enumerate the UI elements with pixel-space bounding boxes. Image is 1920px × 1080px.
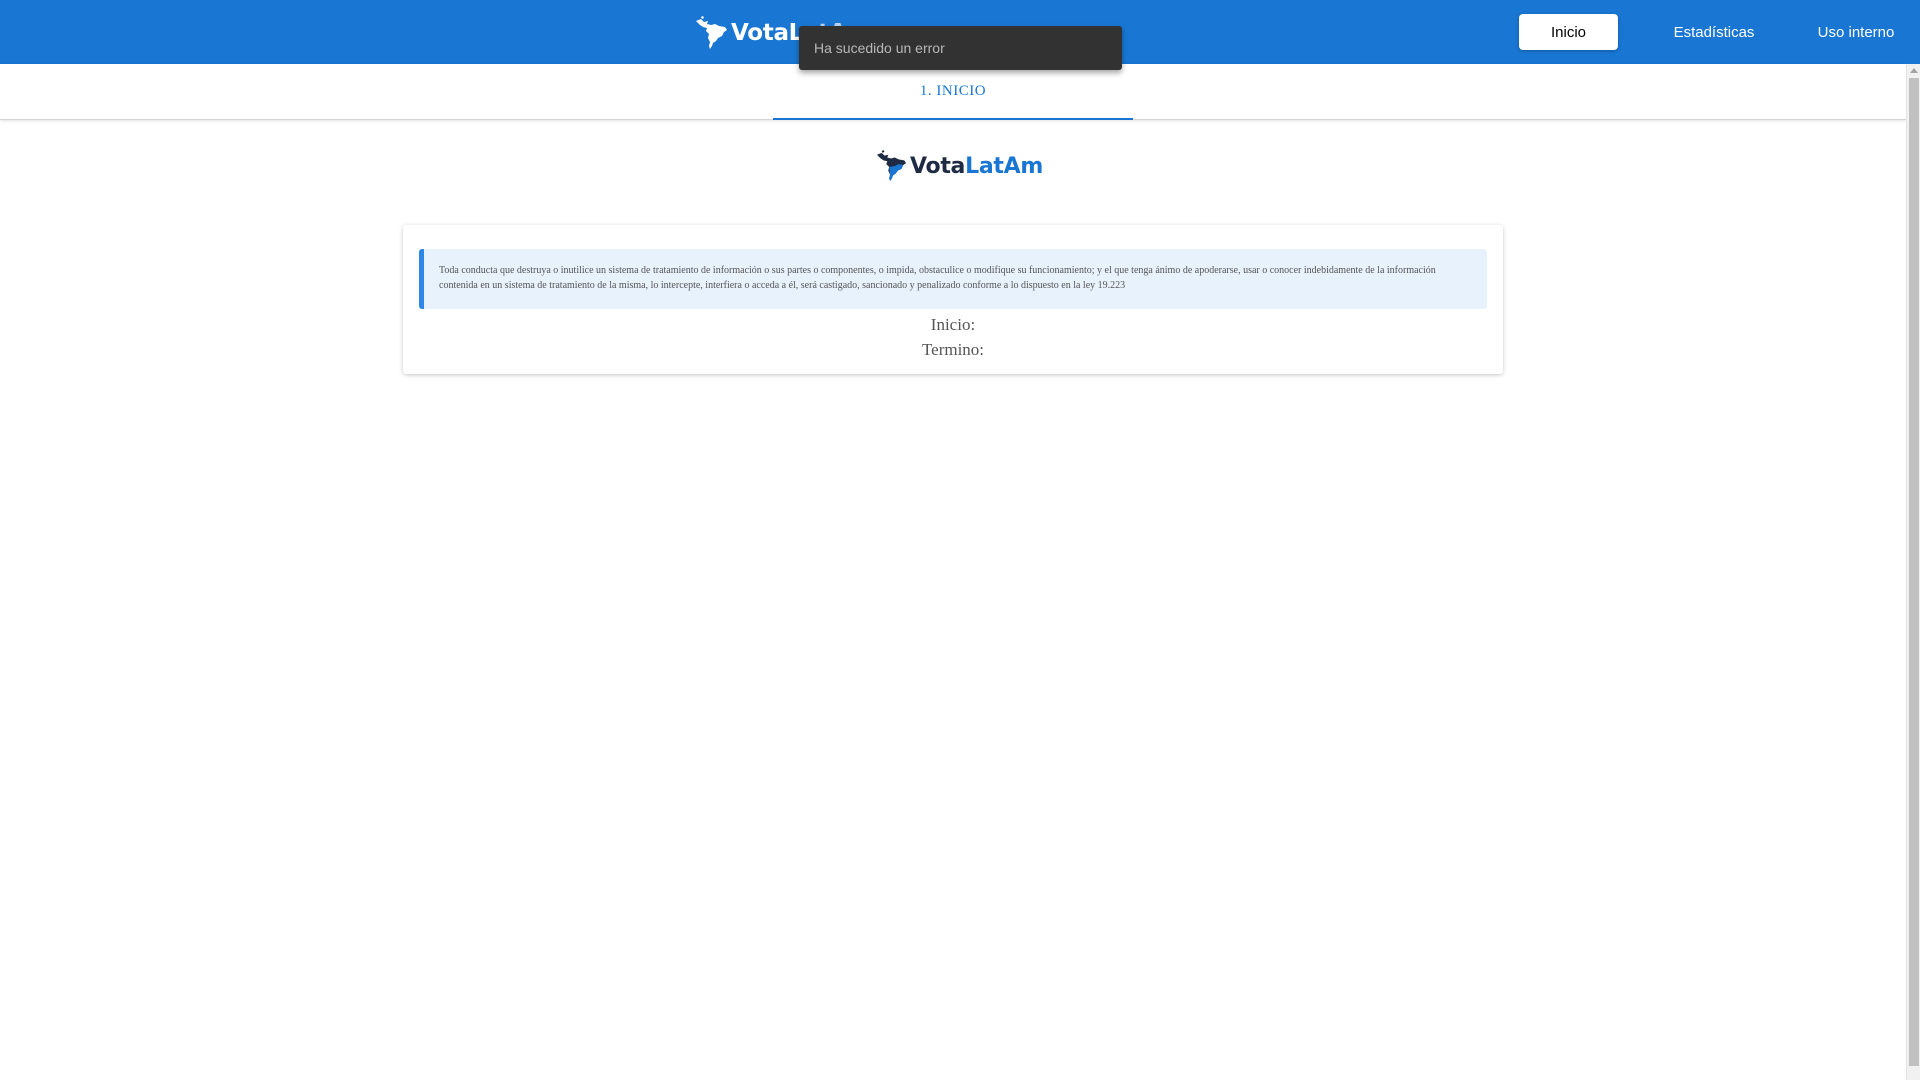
election-info-card: Toda conducta que destruya o inutilice u… — [403, 225, 1503, 374]
error-toast: Ha sucedido un error — [799, 26, 1122, 70]
scroll-up-arrow-icon[interactable] — [1910, 68, 1918, 73]
start-date-label: Inicio: — [930, 315, 976, 334]
latin-america-map-icon — [876, 150, 907, 182]
main-logo: VotaLatAm — [876, 146, 1043, 186]
tab-inicio[interactable]: 1. INICIO — [773, 64, 1133, 120]
scrollbar-thumb[interactable] — [1909, 78, 1919, 1066]
end-date-label: Termino: — [921, 340, 985, 359]
main-nav: Inicio Estadísticas Uso interno — [1519, 14, 1920, 50]
legal-notice: Toda conducta que destruya o inutilice u… — [419, 249, 1487, 309]
nav-estadisticas-button[interactable]: Estadísticas — [1658, 14, 1770, 50]
nav-uso-interno-button[interactable]: Uso interno — [1806, 14, 1906, 50]
main-logo-text: VotaLatAm — [910, 153, 1043, 179]
page-scrollbar[interactable] — [1906, 64, 1920, 1080]
nav-inicio-button[interactable]: Inicio — [1519, 14, 1618, 50]
error-toast-message: Ha sucedido un error — [814, 40, 945, 56]
latin-america-map-icon — [696, 16, 727, 49]
step-tabs: 1. INICIO — [0, 64, 1906, 120]
page: VotaLatAm Inicio Estadísticas Uso intern… — [0, 0, 1920, 1080]
